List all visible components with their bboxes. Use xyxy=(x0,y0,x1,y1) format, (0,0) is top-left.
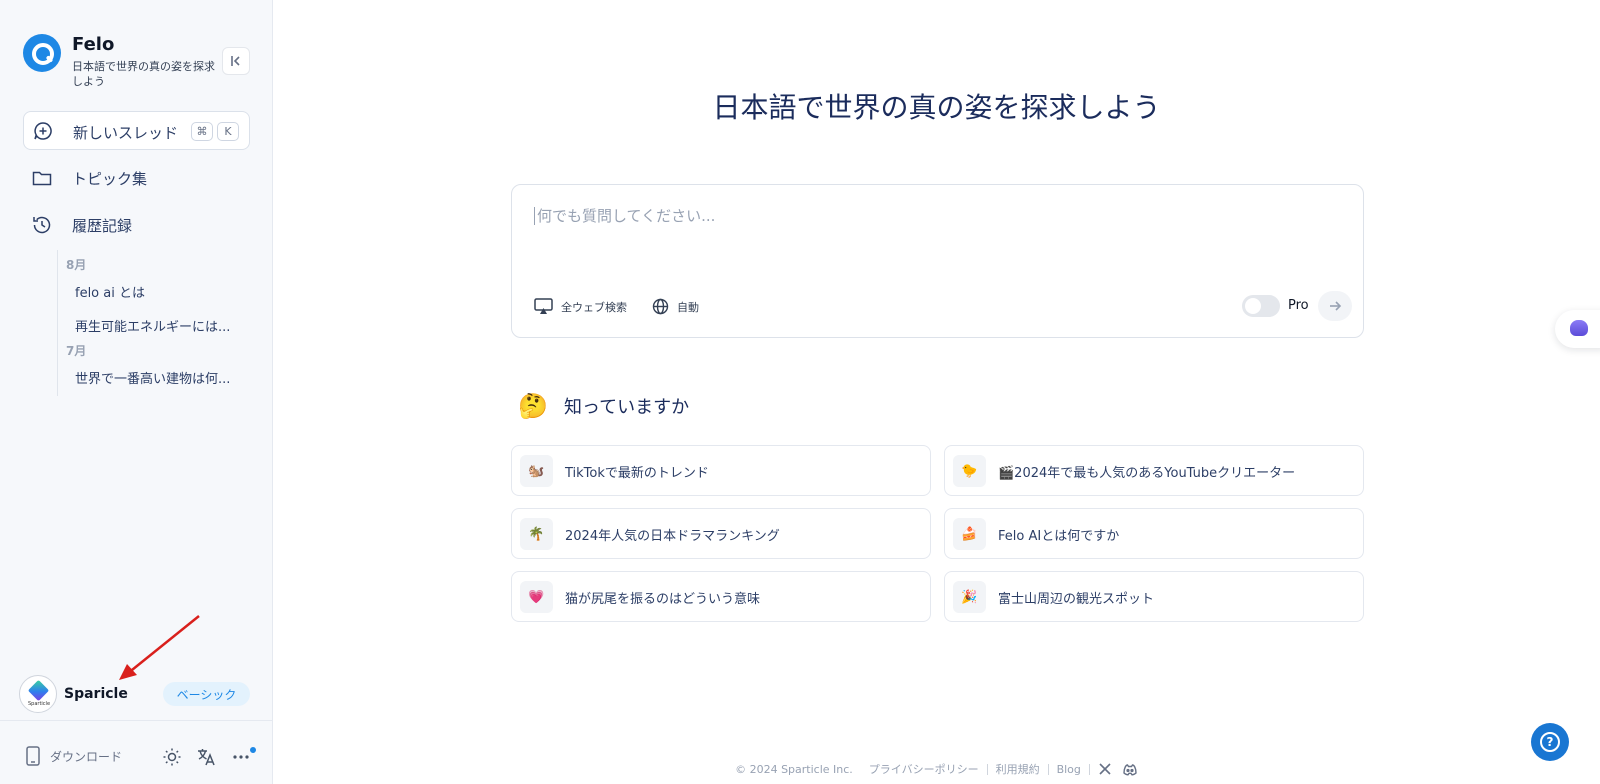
sidebar-item-label: 履歴記録 xyxy=(72,216,133,235)
history-icon xyxy=(33,216,51,234)
new-thread-plus-icon xyxy=(34,122,52,140)
page-footer: © 2024 Sparticle Inc. プライバシーポリシー 利用規約 Bl… xyxy=(273,761,1600,777)
history-month: 7月 xyxy=(66,344,87,358)
thinking-emoji-icon: 🤔 xyxy=(518,392,548,420)
web-search-option[interactable]: 全ウェブ検索 xyxy=(534,298,627,315)
suggestion-text: Felo AIとは何ですか xyxy=(998,529,1120,544)
suggestion-card[interactable]: 🌴 2024年人気の日本ドラマランキング xyxy=(511,508,931,559)
suggestion-text: TikTokで最新のトレンド xyxy=(565,466,709,481)
assistant-widget-button[interactable] xyxy=(1555,310,1600,348)
suggestion-text: 🎬2024年で最も人気のあるYouTubeクリエーター xyxy=(998,466,1296,481)
did-you-know-header: 🤔 知っていますか xyxy=(518,392,689,420)
avatar-text: Sparticle xyxy=(27,701,51,707)
kbd-k: K xyxy=(217,122,239,141)
copyright: © 2024 Sparticle Inc. xyxy=(735,762,853,776)
help-button[interactable]: ? xyxy=(1531,723,1569,761)
history-list: 8月 felo ai とは 再生可能エネルギーには... 7月 世界で一番高い建… xyxy=(57,250,247,396)
sidebar-item-topics[interactable]: トピック集 xyxy=(23,160,250,196)
collapse-sidebar-button[interactable] xyxy=(222,47,250,75)
squirrel-emoji-icon: 🐿️ xyxy=(520,455,553,487)
history-item[interactable]: 世界で一番高い建物は何... xyxy=(75,368,230,387)
theme-sun-icon[interactable] xyxy=(162,747,182,767)
history-item[interactable]: 再生可能エネルギーには... xyxy=(75,316,230,335)
suggestion-card[interactable]: 💗 猫が尻尾を振るのはどういう意味 xyxy=(511,571,931,622)
arrow-right-icon xyxy=(1330,301,1342,311)
new-thread-button[interactable]: 新しいスレッド ⌘ K xyxy=(23,111,250,150)
sidebar-item-history[interactable]: 履歴記録 xyxy=(23,207,250,243)
annotation-arrow-icon xyxy=(119,615,200,680)
suggestion-text: 富士山周辺の観光スポット xyxy=(998,592,1155,607)
pro-toggle[interactable] xyxy=(1242,295,1280,317)
phone-icon xyxy=(26,746,40,766)
brand[interactable]: Felo 日本語で世界の真の姿を探求しよう xyxy=(23,34,215,88)
account-name: Sparicle xyxy=(64,686,128,702)
discord-icon[interactable] xyxy=(1122,763,1138,776)
palm-tree-emoji-icon: 🌴 xyxy=(520,518,553,550)
chick-emoji-icon: 🐤 xyxy=(953,455,986,487)
did-you-know-title: 知っていますか xyxy=(564,397,690,418)
plan-badge[interactable]: ベーシック xyxy=(163,682,250,706)
sidebar-item-label: トピック集 xyxy=(72,169,148,188)
suggestion-card[interactable]: 🍰 Felo AIとは何ですか xyxy=(944,508,1364,559)
search-input[interactable] xyxy=(534,207,1234,225)
suggestion-card[interactable]: 🐿️ TikTokで最新のトレンド xyxy=(511,445,931,496)
blog-link[interactable]: Blog xyxy=(1057,763,1081,776)
cake-emoji-icon: 🍰 xyxy=(953,518,986,550)
page-title: 日本語で世界の真の姿を探求しよう xyxy=(712,91,1161,124)
suggestion-text: 2024年人気の日本ドラマランキング xyxy=(565,529,780,544)
globe-icon xyxy=(652,298,669,315)
pro-label: Pro xyxy=(1288,298,1309,313)
more-icon[interactable] xyxy=(231,747,251,767)
felo-logo-icon xyxy=(23,34,61,72)
auto-mode-label: 自動 xyxy=(677,300,699,314)
sidebar-footer: ダウンロード xyxy=(0,720,273,784)
folder-icon xyxy=(32,171,52,186)
sparticle-logo-icon xyxy=(27,679,50,702)
brand-tagline: 日本語で世界の真の姿を探求しよう xyxy=(72,60,215,88)
history-item[interactable]: felo ai とは xyxy=(75,282,145,301)
new-thread-label: 新しいスレッド xyxy=(73,124,179,142)
suggestion-text: 猫が尻尾を振るのはどういう意味 xyxy=(565,592,761,607)
history-month: 8月 xyxy=(66,258,87,272)
brand-name: Felo xyxy=(72,34,115,55)
heart-emoji-icon: 💗 xyxy=(520,581,553,613)
terms-link[interactable]: 利用規約 xyxy=(996,761,1040,777)
collapse-left-icon xyxy=(231,56,240,66)
translate-icon[interactable] xyxy=(196,747,216,767)
suggestion-card[interactable]: 🐤 🎬2024年で最も人気のあるYouTubeクリエーター xyxy=(944,445,1364,496)
kbd-cmd: ⌘ xyxy=(191,122,213,141)
suggestion-card[interactable]: 🎉 富士山周辺の観光スポット xyxy=(944,571,1364,622)
privacy-link[interactable]: プライバシーポリシー xyxy=(869,761,979,777)
auto-mode-option[interactable]: 自動 xyxy=(652,298,699,315)
question-icon: ? xyxy=(1540,732,1560,752)
avatar[interactable]: Sparticle xyxy=(19,675,57,713)
download-label: ダウンロード xyxy=(50,749,123,764)
party-emoji-icon: 🎉 xyxy=(953,581,986,613)
notification-dot xyxy=(250,747,256,753)
download-button[interactable]: ダウンロード xyxy=(25,746,122,766)
x-twitter-icon[interactable] xyxy=(1098,762,1112,776)
send-button[interactable] xyxy=(1318,291,1352,321)
search-box[interactable]: 全ウェブ検索 自動 Pro xyxy=(511,184,1364,338)
web-search-icon xyxy=(534,298,553,314)
web-search-label: 全ウェブ検索 xyxy=(561,300,627,314)
